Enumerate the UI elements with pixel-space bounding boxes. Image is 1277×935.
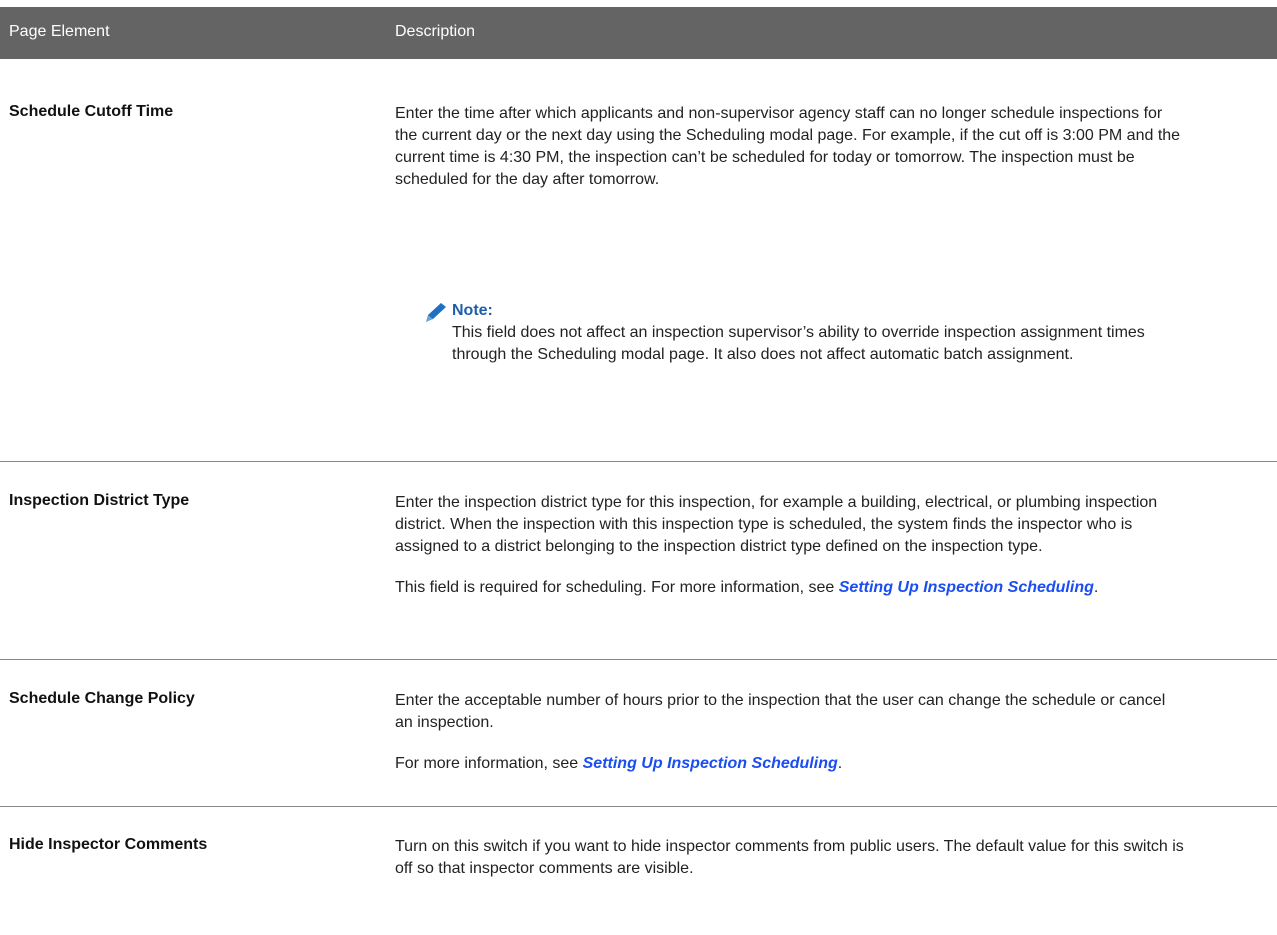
row-desc-schedule-change-policy: Enter the acceptable number of hours pri…	[395, 690, 1185, 794]
desc-paragraph: Turn on this switch if you want to hide …	[395, 838, 1184, 877]
table-header: Page Element Description	[0, 7, 1277, 59]
link-prefix-text: For more information, see	[395, 755, 583, 772]
row-label-schedule-change-policy: Schedule Change Policy	[9, 690, 195, 707]
header-description: Description	[395, 23, 476, 40]
desc-paragraph: Enter the inspection district type for t…	[395, 494, 1158, 555]
setting-up-inspection-scheduling-link[interactable]: Setting Up Inspection Scheduling	[839, 579, 1094, 596]
header-page-element: Page Element	[9, 23, 110, 40]
link-prefix-text: This field is required for scheduling. F…	[395, 579, 839, 596]
desc-paragraph: Enter the time after which applicants an…	[395, 105, 1181, 188]
row-desc-schedule-cutoff-time: Enter the time after which applicants an…	[395, 103, 1185, 210]
row-divider	[0, 659, 1277, 660]
desc-link-paragraph: For more information, see Setting Up Ins…	[395, 753, 1185, 775]
setting-up-inspection-scheduling-link[interactable]: Setting Up Inspection Scheduling	[583, 755, 838, 772]
row-desc-hide-inspector-comments: Turn on this switch if you want to hide …	[395, 836, 1185, 899]
note-title: Note:	[452, 302, 493, 319]
row-label-hide-inspector-comments: Hide Inspector Comments	[9, 836, 208, 853]
row-label-schedule-cutoff-time: Schedule Cutoff Time	[9, 103, 174, 120]
link-suffix-text: .	[837, 755, 843, 772]
row-divider	[0, 461, 1277, 462]
desc-link-paragraph: This field is required for scheduling. F…	[395, 577, 1185, 599]
row-divider	[0, 806, 1277, 807]
link-suffix-text: .	[1093, 579, 1099, 596]
row-desc-inspection-district-type: Enter the inspection district type for t…	[395, 492, 1185, 618]
row-label-inspection-district-type: Inspection District Type	[9, 492, 190, 509]
pencil-icon	[423, 301, 451, 325]
note-body: This field does not affect an inspection…	[452, 324, 1145, 363]
desc-paragraph: Enter the acceptable number of hours pri…	[395, 692, 1166, 731]
